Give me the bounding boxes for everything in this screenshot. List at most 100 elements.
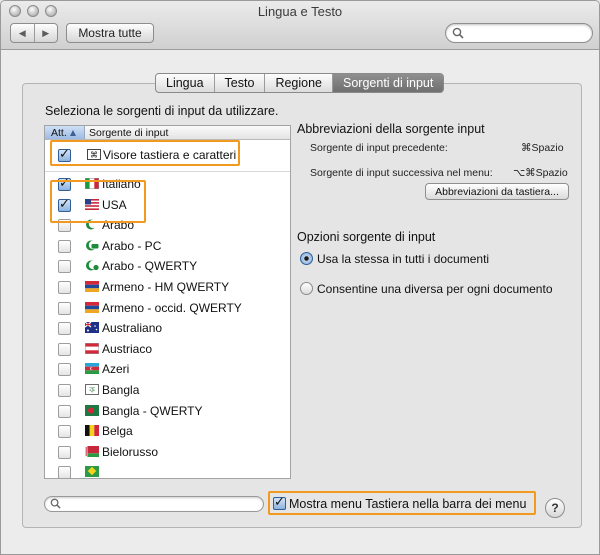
flag-belarus-icon [85, 445, 99, 457]
input-sources-list[interactable]: Att. Sorgente di input ✓ ⌘ Visore tastie… [44, 125, 291, 479]
show-keyboard-menu-label: Mostra menu Tastiera nella barra dei men… [289, 497, 527, 511]
list-item-bangla-qwerty[interactable]: Bangla - QWERTY [45, 401, 290, 422]
keyboard-viewer-icon: ⌘ [87, 149, 101, 160]
search-icon [50, 498, 61, 509]
checkbox-bangla[interactable] [58, 383, 71, 397]
back-button[interactable]: ◀ [11, 24, 34, 42]
list-item-label: Armeno - occid. QWERTY [102, 300, 242, 315]
radio-same-label: Usa la stessa in tutti i documenti [317, 252, 490, 266]
checkmark-icon: ✓ [59, 146, 70, 161]
radio-same-for-all[interactable] [300, 252, 313, 265]
list-item-keyboard-viewer[interactable]: ✓ ⌘ Visore tastiera e caratteri [45, 145, 290, 167]
tab-bar: Lingua Testo Regione Sorgenti di input [155, 73, 445, 93]
back-forward-control: ◀ ▶ [10, 23, 58, 43]
list-item-azeri[interactable]: Azeri [45, 359, 290, 380]
checkbox-armeno-hm[interactable] [58, 280, 71, 294]
tab-sorgenti-di-input[interactable]: Sorgenti di input [332, 74, 444, 92]
flag-partial-icon [85, 466, 99, 478]
tab-testo[interactable]: Testo [213, 74, 265, 92]
list-item-label: Arabo - QWERTY [102, 259, 198, 274]
checkbox-arabo[interactable] [58, 219, 71, 233]
svg-text:ক: ক [88, 385, 95, 394]
flag-australia-icon [85, 322, 99, 334]
list-item-australiano[interactable]: Australiano [45, 318, 290, 339]
list-item-label: Arabo [102, 218, 135, 233]
checkbox-austriaco[interactable] [58, 342, 71, 356]
column-enabled-label: Att. [51, 126, 67, 139]
crescent-icon [86, 219, 98, 230]
checkbox-arabo-qwerty[interactable] [58, 260, 71, 274]
search-icon [452, 27, 464, 39]
column-enabled-header[interactable]: Att. [45, 126, 85, 139]
checkmark-icon: ✓ [59, 175, 70, 190]
keyboard-shortcuts-button[interactable]: Abbreviazioni da tastiera... [425, 183, 569, 200]
flag-italy-icon [85, 178, 99, 189]
svg-text:⌘: ⌘ [90, 151, 98, 160]
list-item-label: Austriaco [102, 341, 153, 356]
flag-belgium-icon [85, 425, 99, 437]
checkmark-icon: ✓ [59, 195, 70, 211]
show-all-button[interactable]: Mostra tutte [66, 23, 154, 43]
list-item-label: Armeno - HM QWERTY [102, 279, 230, 294]
forward-button[interactable]: ▶ [33, 24, 58, 42]
checkbox-armeno-occid[interactable] [58, 301, 71, 315]
checkbox-bangla-qwerty[interactable] [58, 404, 71, 418]
next-source-label: Sorgente di input successiva nel menu: [310, 167, 493, 179]
flag-austria-icon [85, 342, 99, 354]
tab-regione[interactable]: Regione [264, 74, 332, 92]
flag-bangladesh-icon [85, 404, 99, 416]
list-item-label: Bielorusso [102, 444, 159, 459]
crescent-qwerty-icon [86, 260, 99, 271]
prev-source-shortcut: ⌘Spazio [521, 142, 564, 154]
list-item-label: Visore tastiera e caratteri [103, 148, 237, 162]
options-section-title: Opzioni sorgente di input [297, 230, 436, 244]
tab-lingua[interactable]: Lingua [156, 74, 214, 92]
list-item-armeno-occid[interactable]: Armeno - occid. QWERTY [45, 298, 290, 319]
show-keyboard-menu-checkbox[interactable]: ✓ [273, 494, 286, 510]
list-item-arabo-qwerty[interactable]: Arabo - QWERTY [45, 256, 290, 277]
flag-armenia-icon [85, 280, 99, 292]
list-item-label: Arabo - PC [102, 238, 162, 253]
filter-search-field[interactable] [44, 496, 264, 512]
checkmark-icon: ✓ [274, 494, 285, 509]
list-item-arabo-pc[interactable]: Arabo - PC [45, 236, 290, 257]
list-item-label: Bangla - QWERTY [102, 403, 203, 418]
back-arrow-icon: ◀ [18, 27, 26, 38]
checkbox-keyboard-viewer[interactable]: ✓ [58, 146, 71, 162]
checkbox-bielorusso[interactable] [58, 445, 71, 459]
checkbox-arabo-pc[interactable] [58, 239, 71, 253]
flag-armenia-icon [85, 301, 99, 313]
list-item-label: Bangla [102, 382, 140, 397]
list-item-armeno-hm[interactable]: Armeno - HM QWERTY [45, 277, 290, 298]
list-item-austriaco[interactable]: Austriaco [45, 339, 290, 360]
radio-different-per-document[interactable] [300, 282, 313, 295]
list-header: Att. Sorgente di input [45, 126, 290, 140]
checkbox-partial[interactable] [58, 466, 71, 478]
crescent-pc-icon [86, 240, 99, 251]
input-sources-heading: Seleziona le sorgenti di input da utiliz… [45, 104, 279, 118]
list-item-bielorusso[interactable]: Bielorusso [45, 442, 290, 463]
forward-arrow-icon: ▶ [42, 27, 50, 38]
list-item-belga[interactable]: Belga [45, 421, 290, 442]
help-button[interactable]: ? [545, 498, 565, 518]
checkbox-australiano[interactable] [58, 322, 71, 336]
list-item-bangla[interactable]: ক Bangla [45, 380, 290, 401]
list-item-usa[interactable]: ✓ USA [45, 195, 290, 216]
list-item-label: USA [102, 197, 127, 212]
list-item-italiano[interactable]: ✓ Italiano [45, 174, 290, 195]
column-source-header[interactable]: Sorgente di input [85, 126, 168, 139]
list-separator [45, 171, 290, 172]
radio-different-label: Consentine una diversa per ogni document… [317, 282, 553, 296]
checkbox-usa[interactable]: ✓ [58, 195, 71, 212]
flag-azerbaijan-icon [85, 363, 99, 375]
list-item-label: Azeri [102, 362, 130, 377]
checkbox-belga[interactable] [58, 425, 71, 439]
window-title: Lingua e Testo [257, 4, 343, 19]
list-item-partial[interactable] [45, 462, 290, 478]
checkbox-azeri[interactable] [58, 363, 71, 377]
toolbar-search-field[interactable] [445, 23, 593, 43]
checkbox-italiano[interactable]: ✓ [58, 175, 71, 191]
list-item-label: Australiano [102, 321, 163, 336]
list-item-arabo[interactable]: Arabo [45, 215, 290, 236]
list-item-label: Belga [102, 424, 133, 439]
